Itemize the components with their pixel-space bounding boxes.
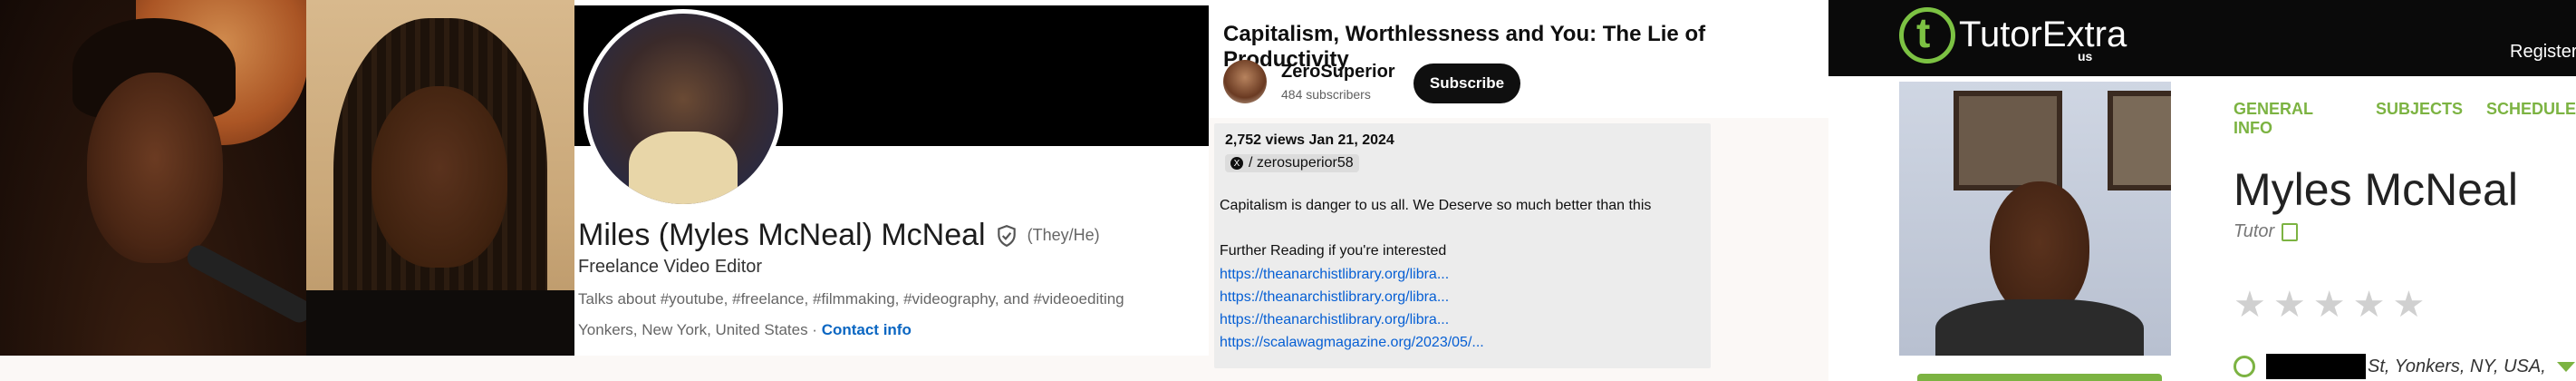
x-logo-icon: X	[1230, 157, 1243, 170]
verified-shield-icon[interactable]	[995, 224, 1018, 248]
tab-general-info[interactable]: GENERAL INFO	[2233, 100, 2352, 138]
profile-avatar[interactable]	[584, 9, 783, 209]
star-icon[interactable]: ★	[2313, 287, 2346, 323]
profile-location: Yonkers, New York, United States	[578, 321, 808, 338]
portrait-photo-right	[306, 0, 574, 356]
microphone-icon	[183, 241, 315, 327]
star-icon[interactable]: ★	[2233, 287, 2266, 323]
tutor-name: Myles McNeal	[2233, 164, 2518, 215]
talks-about: Talks about #youtube, #freelance, #filmm…	[578, 290, 1124, 308]
youtube-video-panel: Capitalism, Worthlessness and You: The L…	[1209, 0, 1828, 381]
star-icon[interactable]: ★	[2392, 287, 2425, 323]
linkedin-profile-card: Miles (Myles McNeal) McNeal (They/He) Fr…	[574, 0, 1209, 356]
photo-collage	[0, 0, 574, 356]
site-logo-text[interactable]: TutorExtra	[1959, 15, 2127, 55]
location-circle-icon	[2233, 356, 2255, 377]
tutor-role: Tutor	[2233, 221, 2275, 241]
chevron-down-icon[interactable]	[2556, 361, 2575, 372]
reading-link[interactable]: https://theanarchistlibrary.org/libra...	[1220, 267, 1449, 283]
pronouns: (They/He)	[1027, 226, 1100, 244]
register-link[interactable]: Register	[2510, 42, 2576, 63]
portrait-photo-left	[0, 0, 315, 356]
subscriber-count: 484 subscribers	[1281, 87, 1371, 102]
social-handle: / zerosuperior58	[1249, 155, 1354, 171]
star-icon[interactable]: ★	[2353, 287, 2386, 323]
tutorextra-logo-icon[interactable]	[1899, 7, 1955, 64]
subscribe-button[interactable]: Subscribe	[1413, 64, 1520, 103]
contact-info-link[interactable]: Contact info	[822, 321, 912, 338]
tutor-profile-page: TutorExtra us Register GENERAL INFO SUBJ…	[1828, 0, 2576, 381]
profile-headline: Freelance Video Editor	[578, 257, 763, 277]
tutor-address: St, Yonkers, NY, USA,	[2368, 356, 2546, 376]
contact-button-edge[interactable]	[1917, 374, 2162, 381]
lock-icon	[2282, 222, 2299, 241]
star-icon[interactable]: ★	[2273, 287, 2306, 323]
site-header: TutorExtra us Register	[1828, 0, 2576, 76]
redacted-block	[2266, 354, 2366, 379]
reading-link[interactable]: https://scalawagmagazine.org/2023/05/...	[1220, 335, 1484, 351]
channel-name[interactable]: ZeroSuperior	[1281, 62, 1395, 83]
reading-link[interactable]: https://theanarchistlibrary.org/libra...	[1220, 289, 1449, 306]
profile-name: Miles (Myles McNeal) McNeal	[578, 218, 986, 252]
channel-avatar[interactable]	[1223, 60, 1267, 103]
tab-schedule[interactable]: SCHEDULE	[2486, 100, 2576, 138]
separator-dot: ·	[807, 321, 822, 338]
reading-link[interactable]: https://theanarchistlibrary.org/libra...	[1220, 312, 1449, 328]
site-region: us	[2078, 49, 2093, 64]
rating-stars[interactable]: ★ ★ ★ ★ ★	[2233, 287, 2425, 323]
further-reading-text: Further Reading if you're interested	[1220, 243, 1447, 259]
tutor-photo	[1899, 82, 2171, 356]
social-handle-tag[interactable]: X / zerosuperior58	[1225, 154, 1359, 172]
profile-nav: GENERAL INFO SUBJECTS SCHEDULE	[2233, 100, 2576, 138]
video-meta: 2,752 views Jan 21, 2024	[1225, 132, 1394, 148]
description-text: Capitalism is danger to us all. We Deser…	[1220, 198, 1652, 213]
tab-subjects[interactable]: SUBJECTS	[2376, 100, 2463, 138]
